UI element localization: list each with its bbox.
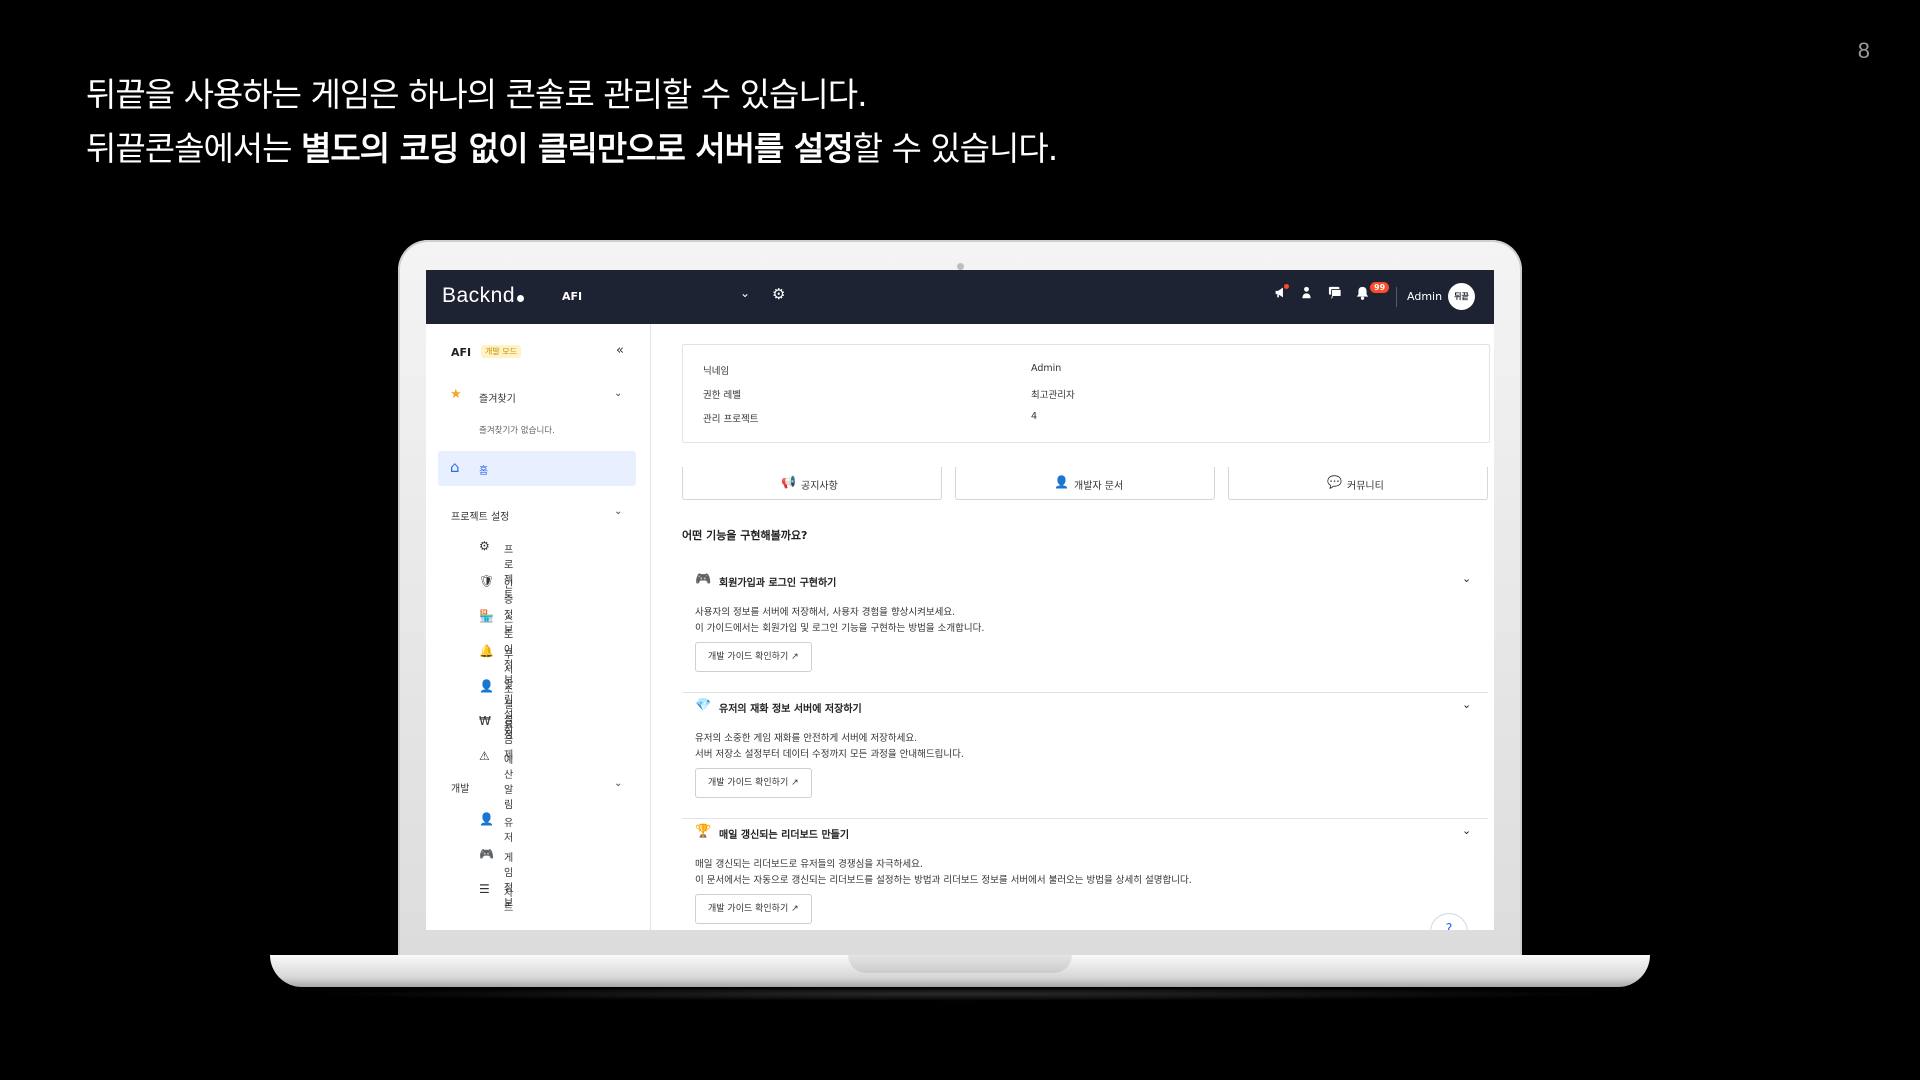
backnd-logo[interactable]: Backnd bbox=[442, 284, 525, 308]
feature-title[interactable]: 회원가입과 로그인 구현하기 bbox=[719, 574, 836, 589]
table-icon: ☰ bbox=[479, 882, 490, 896]
feature-title[interactable]: 유저의 재화 정보 서버에 저장하기 bbox=[719, 700, 862, 715]
chevron-down-icon[interactable]: ⌄ bbox=[1462, 698, 1471, 711]
external-link-icon: ↗ bbox=[791, 904, 799, 914]
feature-card-leaderboard: 🏆 매일 갱신되는 리더보드 만들기 ⌄ 매일 갱신되는 리더보드로 유저들의 … bbox=[682, 824, 1488, 930]
section-project-settings[interactable]: 프로젝트 설정 bbox=[451, 508, 509, 523]
feature-desc: 유저의 소중한 게임 재화를 안전하게 서버에 저장하세요. bbox=[695, 733, 918, 744]
chevron-down-icon[interactable]: ⌄ bbox=[1462, 572, 1471, 585]
collapse-sidebar-icon[interactable]: « bbox=[616, 343, 624, 358]
info-key: 관리 프로젝트 bbox=[703, 414, 759, 425]
dev-docs-button-label: 개발자 문서 bbox=[1074, 481, 1124, 492]
trophy-icon: 🏆 bbox=[695, 824, 712, 839]
logo-text: Backnd bbox=[442, 284, 516, 307]
unread-dot bbox=[1284, 284, 1289, 289]
console-screen: Backnd AFI ⌄ ⚙ 99 Admin 뒤끝 AFI 개발 모드 « ★… bbox=[426, 270, 1494, 930]
user-name[interactable]: Admin bbox=[1407, 290, 1442, 303]
home-icon: ⌂ bbox=[450, 458, 460, 476]
chevron-down-icon[interactable]: ⌄ bbox=[614, 778, 622, 789]
feature-title[interactable]: 매일 갱신되는 리더보드 만들기 bbox=[719, 826, 849, 841]
sidebar-item-label: 홈 bbox=[479, 466, 489, 477]
bell-icon[interactable] bbox=[1356, 286, 1369, 304]
won-icon: ₩ bbox=[479, 714, 491, 728]
push-bell-icon: 🔔 bbox=[479, 644, 494, 658]
feature-desc: 사용자의 정보를 서버에 저장해서, 사용자 경험을 향상시켜보세요. bbox=[695, 607, 956, 618]
gamepad-icon: 🎮 bbox=[479, 847, 494, 861]
info-value: Admin bbox=[1031, 363, 1062, 374]
warning-icon: ⚠ bbox=[479, 749, 490, 763]
community-button[interactable]: 💬 커뮤니티 bbox=[1228, 467, 1488, 500]
notice-button-label: 공지사항 bbox=[801, 481, 838, 492]
gear-icon[interactable]: ⚙ bbox=[772, 285, 785, 303]
guide-button[interactable]: 개발 가이드 확인하기 ↗ bbox=[695, 768, 812, 798]
chevron-down-icon: ⌄ bbox=[614, 388, 623, 399]
store-icon: 🏪 bbox=[479, 609, 494, 623]
info-value: 4 bbox=[1031, 411, 1038, 422]
headline: 뒤끝을 사용하는 게임은 하나의 콘솔로 관리할 수 있습니다. 뒤끝콘솔에서는… bbox=[86, 68, 1059, 176]
info-key: 닉네임 bbox=[703, 366, 730, 377]
avatar[interactable]: 뒤끝 bbox=[1448, 283, 1475, 310]
headline-line-2-bold: 별도의 코딩 없이 클릭만으로 서버를 설정 bbox=[301, 129, 854, 168]
laptop-notch bbox=[848, 955, 1072, 973]
chat-icon[interactable] bbox=[1328, 286, 1342, 303]
project-selector[interactable]: AFI bbox=[562, 290, 582, 303]
guide-button-label: 개발 가이드 확인하기 bbox=[708, 652, 789, 662]
sidebar-item-favorites[interactable]: ★ 즐겨찾기 ⌄ bbox=[426, 387, 650, 407]
shield-icon: 🛡 bbox=[479, 574, 495, 588]
social-user-icon: 👤 bbox=[479, 679, 494, 693]
gamepad-icon: 🎮 bbox=[695, 572, 712, 587]
page-number: 8 bbox=[1857, 38, 1870, 63]
guide-button-label: 개발 가이드 확인하기 bbox=[708, 778, 789, 788]
star-icon: ★ bbox=[450, 387, 462, 402]
logo-dot-icon bbox=[517, 295, 525, 302]
feature-desc: 서버 저장소 설정부터 데이터 수정까지 모든 과정을 안내해드립니다. bbox=[695, 749, 964, 760]
megaphone-icon: 📢 bbox=[781, 475, 796, 489]
account-info-card: 닉네임 Admin 권한 레벨 최고관리자 관리 프로젝트 4 bbox=[682, 344, 1490, 443]
guide-button[interactable]: 개발 가이드 확인하기 ↗ bbox=[695, 894, 812, 924]
sidebar-item-home[interactable]: ⌂ 홈 bbox=[438, 451, 636, 486]
feature-question: 어떤 기능을 구현해볼까요? bbox=[682, 529, 808, 542]
external-link-icon: ↗ bbox=[791, 652, 799, 662]
feature-card-currency: 💎 유저의 재화 정보 서버에 저장하기 ⌄ 유저의 소중한 게임 재화를 안전… bbox=[682, 698, 1488, 819]
console-topbar: Backnd AFI ⌄ ⚙ 99 Admin 뒤끝 bbox=[426, 270, 1494, 324]
feature-desc: 이 문서에서는 자동으로 갱신되는 리더보드를 설정하는 방법과 리더보드 정보… bbox=[695, 875, 1192, 886]
headline-line-2: 뒤끝콘솔에서는 별도의 코딩 없이 클릭만으로 서버를 설정할 수 있습니다. bbox=[86, 122, 1059, 176]
guide-button[interactable]: 개발 가이드 확인하기 ↗ bbox=[695, 642, 812, 672]
sidebar-project-name: AFI bbox=[451, 346, 472, 359]
notification-badge: 99 bbox=[1370, 282, 1390, 293]
favorites-empty-text: 즐겨찾기가 없습니다. bbox=[479, 426, 555, 436]
chevron-down-icon[interactable]: ⌄ bbox=[1462, 824, 1471, 837]
topbar-divider bbox=[1396, 287, 1397, 307]
section-dev[interactable]: 개발 bbox=[451, 780, 469, 795]
laptop-shadow bbox=[300, 987, 1620, 1001]
developer-icon[interactable] bbox=[1300, 286, 1313, 303]
headline-line-2-suffix: 할 수 있습니다. bbox=[852, 129, 1059, 168]
sidebar-item-label: 유저 bbox=[504, 818, 514, 844]
chevron-down-icon[interactable]: ⌄ bbox=[614, 506, 622, 517]
user-icon: 👤 bbox=[479, 812, 494, 826]
gear-icon: ⚙ bbox=[479, 539, 490, 553]
diamond-icon: 💎 bbox=[695, 698, 712, 713]
sidebar-item-label: 예산 알림 bbox=[504, 755, 514, 811]
community-button-label: 커뮤니티 bbox=[1347, 481, 1384, 492]
laptop-camera bbox=[957, 263, 964, 270]
info-key: 권한 레벨 bbox=[703, 390, 741, 401]
guide-button-label: 개발 가이드 확인하기 bbox=[708, 904, 789, 914]
feature-card-signup: 🎮 회원가입과 로그인 구현하기 ⌄ 사용자의 정보를 서버에 저장해서, 사용… bbox=[682, 572, 1488, 693]
sidebar-item-label: 차트 bbox=[504, 888, 514, 914]
sidebar-item-label: 즐겨찾기 bbox=[479, 394, 516, 405]
info-value: 최고관리자 bbox=[1031, 390, 1075, 401]
dev-mode-badge: 개발 모드 bbox=[481, 345, 521, 358]
feature-desc: 이 가이드에서는 회원가입 및 로그인 기능을 구현하는 방법을 소개합니다. bbox=[695, 623, 985, 634]
developer-icon: 👤 bbox=[1054, 475, 1069, 489]
headline-line-2-prefix: 뒤끝콘솔에서는 bbox=[86, 129, 302, 168]
headline-line-1: 뒤끝을 사용하는 게임은 하나의 콘솔로 관리할 수 있습니다. bbox=[86, 75, 868, 114]
chevron-down-icon[interactable]: ⌄ bbox=[740, 286, 750, 300]
notice-button[interactable]: 📢 공지사항 bbox=[682, 467, 942, 500]
feature-desc: 매일 갱신되는 리더보드로 유저들의 경쟁심을 자극하세요. bbox=[695, 859, 923, 870]
external-link-icon: ↗ bbox=[791, 778, 799, 788]
chat-icon: 💬 bbox=[1327, 475, 1342, 489]
sidebar: AFI 개발 모드 « ★ 즐겨찾기 ⌄ 즐겨찾기가 없습니다. ⌂ 홈 프로젝… bbox=[426, 324, 651, 930]
dev-docs-button[interactable]: 👤 개발자 문서 bbox=[955, 467, 1215, 500]
